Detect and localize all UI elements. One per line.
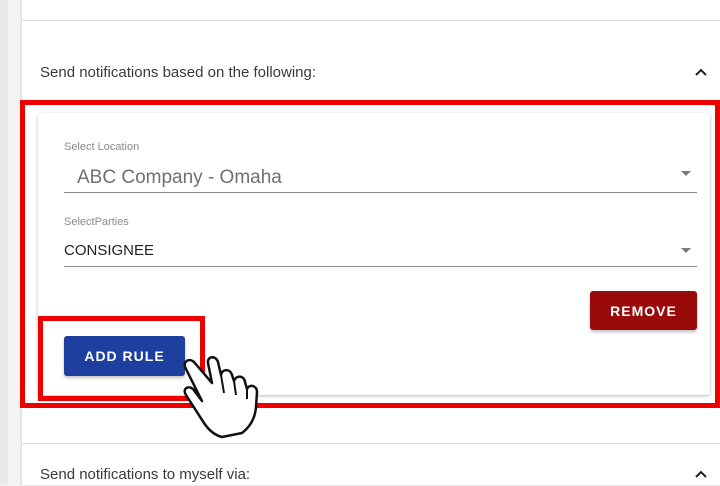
notifications-section-title: Send notifications based on the followin… [40,63,317,81]
self-notifications-section-header[interactable]: Send notifications to myself via: [40,462,710,486]
divider [22,443,720,444]
self-notifications-section-title: Send notifications to myself via: [40,465,251,483]
left-rail [0,0,8,485]
chevron-up-icon[interactable] [692,63,710,81]
divider [22,20,720,21]
notifications-section-header[interactable]: Send notifications based on the followin… [40,60,710,84]
pointing-hand-cursor-icon [183,356,259,439]
chevron-up-icon[interactable] [692,465,710,483]
